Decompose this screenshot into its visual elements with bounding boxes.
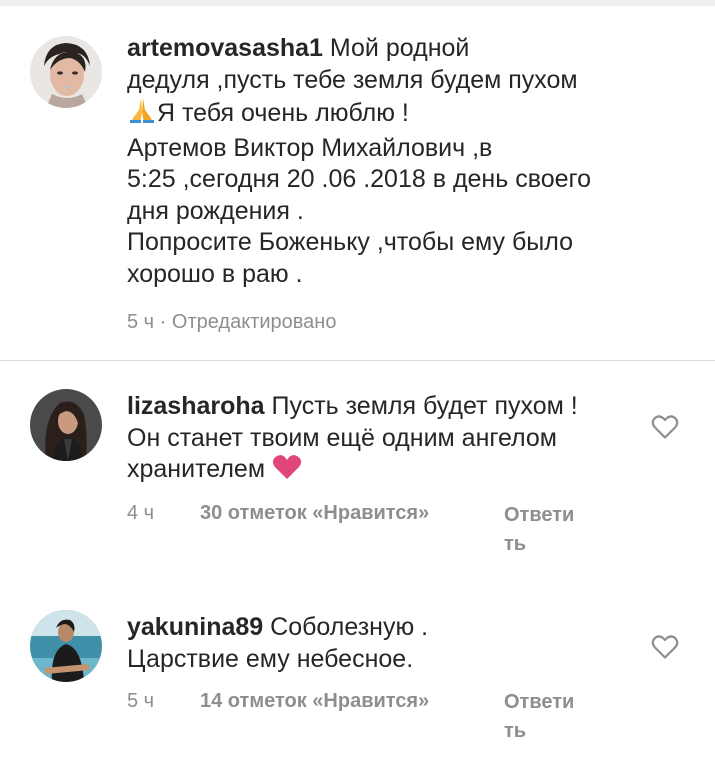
heart-emoji [272,454,302,489]
avatar[interactable] [30,389,102,461]
comment-time[interactable]: 5 ч [127,311,154,333]
comment-time[interactable]: 5 ч [127,690,154,713]
like-comment-heart-icon[interactable] [651,414,679,440]
comment-username[interactable]: lizasharoha [127,392,265,420]
comment-text: artemovasasha1 Мой родной дедуля ,пусть … [127,34,591,288]
reply-button[interactable]: Ответи ть [504,688,594,746]
like-comment-heart-icon[interactable] [651,634,679,660]
folded-hands-emoji [127,96,157,133]
comment-time[interactable]: 4 ч [127,502,154,525]
avatar[interactable] [30,610,102,682]
comment-username[interactable]: yakunina89 [127,613,263,641]
likes-count[interactable]: 14 отметок «Нравится» [200,690,429,713]
edited-label: · Отредактировано [159,311,337,333]
comment-text: lizasharoha Пусть земля будет пухом ! Он… [127,391,657,489]
avatar[interactable] [30,36,102,108]
top-separator [0,0,715,6]
comment-username[interactable]: artemovasasha1 [127,34,323,62]
comment-divider [0,360,715,361]
comment-meta: 5 ч · Отредактировано [127,311,336,334]
comment-text: yakunina89 Соболезную . Царствие ему неб… [127,613,429,673]
likes-count[interactable]: 30 отметок «Нравится» [200,502,429,525]
reply-button[interactable]: Ответи ть [504,501,594,559]
